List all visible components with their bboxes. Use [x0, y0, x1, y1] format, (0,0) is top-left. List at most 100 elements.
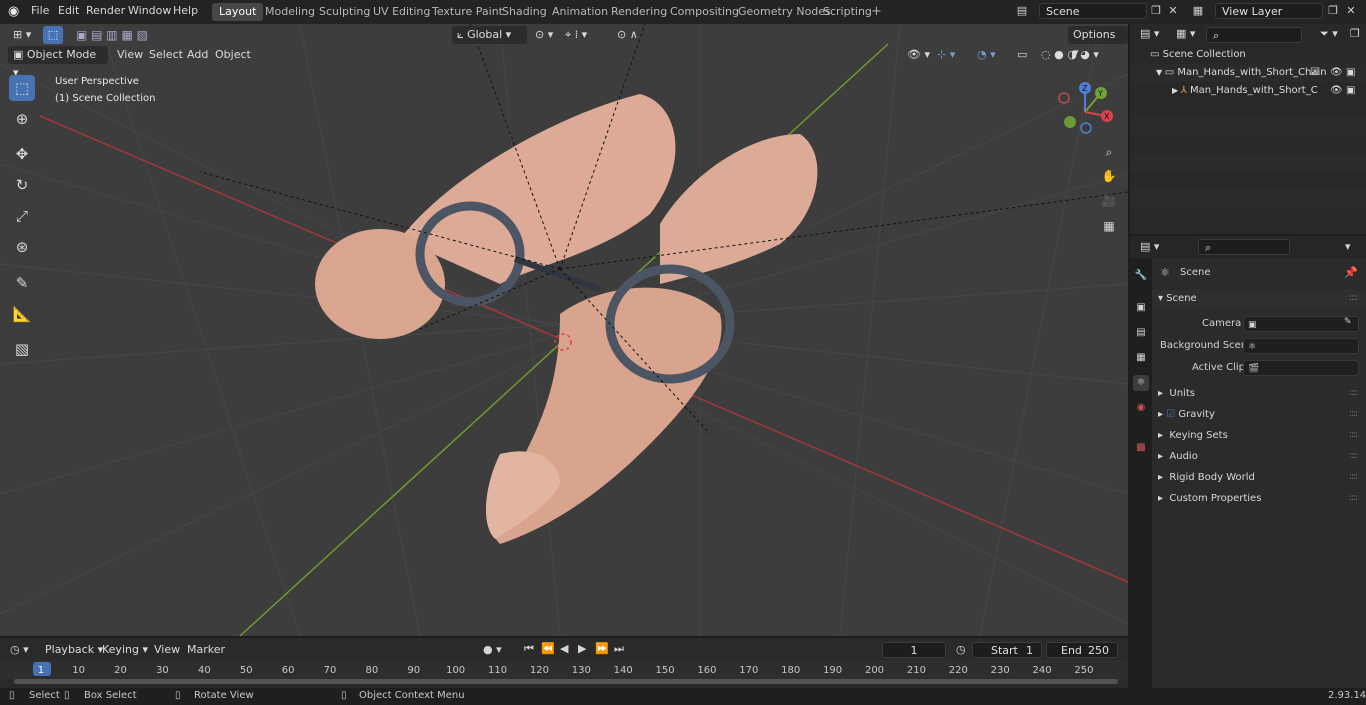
- panel-audio[interactable]: ▸ Audio: [1158, 451, 1198, 462]
- play-icon[interactable]: ▶: [578, 642, 586, 655]
- menu-marker[interactable]: Marker: [182, 641, 230, 659]
- render-tab-icon[interactable]: ▣: [1133, 300, 1149, 316]
- outliner-row-object[interactable]: ▶ ⅄ Man_Hands_with_Short_C 👁 ▣: [1130, 82, 1366, 100]
- panel-custom-properties[interactable]: ▸ Custom Properties: [1158, 493, 1261, 504]
- eyedropper-icon[interactable]: ✎: [1344, 317, 1352, 327]
- new-scene-icon[interactable]: ❐: [1148, 3, 1164, 19]
- measure-tool[interactable]: 📐: [9, 301, 35, 327]
- menu-edit[interactable]: Edit: [58, 4, 79, 17]
- transform-tool[interactable]: ⊛: [9, 234, 35, 260]
- play-reverse-icon[interactable]: ◀: [560, 642, 568, 655]
- object-mode-dropdown[interactable]: ▣ Object Mode ▾: [8, 46, 108, 79]
- cursor-tool[interactable]: ⊕: [9, 106, 35, 132]
- jump-end-icon[interactable]: ⏭: [614, 642, 624, 656]
- active-clip-field[interactable]: 🎬: [1243, 360, 1359, 376]
- proportional-edit-toggle[interactable]: ⊙ ∧: [612, 26, 643, 44]
- timeline-scrollbar[interactable]: [14, 679, 1118, 684]
- tab-scripting[interactable]: Scripting: [816, 3, 879, 21]
- start-frame-field[interactable]: Start 1: [972, 642, 1042, 658]
- object-render-camera-icon[interactable]: ▣: [1346, 82, 1355, 100]
- render-camera-icon[interactable]: ▣: [1346, 64, 1355, 82]
- gravity-checkbox[interactable]: ☑: [1166, 409, 1175, 420]
- menu-window[interactable]: Window: [128, 4, 171, 17]
- scene-selector-icon[interactable]: ▤: [1014, 3, 1030, 19]
- properties-editor-type-icon[interactable]: ▤ ▾: [1140, 240, 1159, 253]
- record-icon[interactable]: ● ▾: [483, 643, 502, 656]
- menu-render[interactable]: Render: [86, 4, 125, 17]
- expand-object-icon[interactable]: ▶: [1172, 86, 1181, 95]
- view-layer-selector-icon[interactable]: ▦: [1190, 3, 1206, 19]
- new-view-layer-icon[interactable]: ❐: [1325, 3, 1341, 19]
- expand-collection-icon[interactable]: ▼: [1156, 68, 1165, 77]
- panel-keying-sets[interactable]: ▸ Keying Sets: [1158, 430, 1228, 441]
- current-frame-field[interactable]: 1: [882, 642, 946, 658]
- panel-rigid-body-world[interactable]: ▸ Rigid Body World: [1158, 472, 1255, 483]
- drag-handle-icon[interactable]: ::::: [1349, 451, 1358, 461]
- scene-section-title[interactable]: ▾ Scene: [1158, 293, 1197, 304]
- new-collection-icon[interactable]: ❐: [1350, 27, 1360, 40]
- outliner-row-scene-collection[interactable]: ▭ Scene Collection: [1130, 46, 1366, 64]
- menu-file[interactable]: File: [31, 4, 49, 17]
- add-cube-tool[interactable]: ▧: [9, 336, 35, 362]
- outliner-row-collection[interactable]: ▼ ▭ Man_Hands_with_Short_Chain ☑ 👁 ▣: [1130, 64, 1366, 82]
- scale-tool[interactable]: ⤢: [9, 203, 35, 229]
- perspective-toggle-icon[interactable]: ▦: [1098, 215, 1120, 237]
- drag-handle-icon[interactable]: ::::: [1349, 430, 1358, 440]
- select-tool-toggle[interactable]: ⬚: [43, 26, 63, 44]
- gizmo-toggle[interactable]: ⊹ ▾: [932, 46, 960, 64]
- options-dropdown[interactable]: Options ▾: [1068, 26, 1128, 59]
- next-keyframe-icon[interactable]: ⏩: [595, 642, 609, 655]
- exclude-checkbox[interactable]: ☑: [1310, 64, 1319, 82]
- visibility-eye-icon[interactable]: 👁: [1330, 64, 1343, 82]
- pivot-point-dropdown[interactable]: ⊙ ▾: [530, 26, 558, 44]
- 3d-viewport[interactable]: ⊞ ▾ ⬚ ▣ ▤ ▥ ▦ ▧ ⟀ Global ▾ ⊙ ▾ ⌖ ⁞ ▾ ⊙ ∧…: [0, 24, 1128, 636]
- delete-scene-icon[interactable]: ✕: [1165, 3, 1181, 19]
- camera-view-icon[interactable]: 🎥: [1098, 190, 1120, 212]
- drag-handle-icon[interactable]: ::::: [1349, 409, 1358, 419]
- pan-hand-icon[interactable]: ✋: [1098, 165, 1120, 187]
- scene-tab-icon[interactable]: ⚛: [1133, 375, 1149, 391]
- blender-logo-icon[interactable]: ◉: [8, 4, 19, 19]
- menu-help[interactable]: Help: [173, 4, 198, 17]
- camera-field[interactable]: ▣ ✎: [1243, 316, 1359, 332]
- outliner-search[interactable]: ⌕: [1206, 27, 1302, 43]
- editor-type-button[interactable]: ⊞ ▾: [8, 26, 36, 44]
- world-tab-icon[interactable]: ◉: [1133, 400, 1149, 416]
- texture-tab-icon[interactable]: ▩: [1133, 440, 1149, 456]
- menu-object[interactable]: Object: [210, 46, 256, 64]
- overlay-toggle[interactable]: ◔ ▾: [972, 46, 1001, 64]
- pin-icon[interactable]: 📌: [1344, 266, 1358, 279]
- object-visibility-eye-icon[interactable]: 👁: [1330, 82, 1343, 100]
- drag-handle-icon[interactable]: ::::: [1349, 493, 1358, 503]
- display-mode-icon[interactable]: ▦ ▾: [1176, 27, 1195, 40]
- prev-keyframe-icon[interactable]: ⏪: [541, 642, 555, 655]
- outliner-editor-type-icon[interactable]: ▤ ▾: [1140, 27, 1159, 40]
- shading-mode-buttons[interactable]: ◌ ● ◑ ◕ ▾: [1036, 46, 1104, 64]
- menu-keying[interactable]: Keying ▾: [97, 641, 153, 659]
- properties-options-icon[interactable]: ▾: [1345, 240, 1351, 253]
- panel-gravity[interactable]: ▸ ☑ Gravity: [1158, 409, 1215, 420]
- tab-layout[interactable]: Layout: [212, 3, 264, 21]
- select-box-tool[interactable]: ⬚: [9, 75, 35, 101]
- drag-handle-icon[interactable]: ::::: [1349, 293, 1358, 303]
- navigation-gizmo[interactable]: Z Y X: [1052, 80, 1122, 140]
- output-tab-icon[interactable]: ▤: [1133, 325, 1149, 341]
- delete-view-layer-icon[interactable]: ✕: [1343, 3, 1359, 19]
- visibility-dropdown[interactable]: 👁 ▾: [902, 46, 935, 64]
- end-frame-field[interactable]: End 250: [1046, 642, 1118, 658]
- drag-handle-icon[interactable]: ::::: [1349, 388, 1358, 398]
- tool-tab-icon[interactable]: 🔧: [1133, 268, 1149, 284]
- rotate-tool[interactable]: ↻: [9, 172, 35, 198]
- filter-icon[interactable]: ⏷ ▾: [1320, 27, 1338, 41]
- preview-range-icon[interactable]: ◷: [956, 643, 966, 656]
- selection-mode-buttons[interactable]: ▣ ▤ ▥ ▦ ▧: [76, 26, 162, 44]
- properties-search[interactable]: ⌕: [1198, 239, 1290, 255]
- xray-toggle[interactable]: ▭: [1012, 46, 1032, 64]
- add-workspace-icon[interactable]: +: [871, 4, 882, 19]
- zoom-icon[interactable]: ⌕: [1098, 141, 1120, 163]
- view-layer-field[interactable]: View Layer: [1215, 3, 1323, 19]
- snap-toggle[interactable]: ⌖ ⁞ ▾: [560, 26, 592, 44]
- annotate-tool[interactable]: ✎: [9, 270, 35, 296]
- move-tool[interactable]: ✥: [9, 141, 35, 167]
- background-scene-field[interactable]: ⚛: [1243, 338, 1359, 354]
